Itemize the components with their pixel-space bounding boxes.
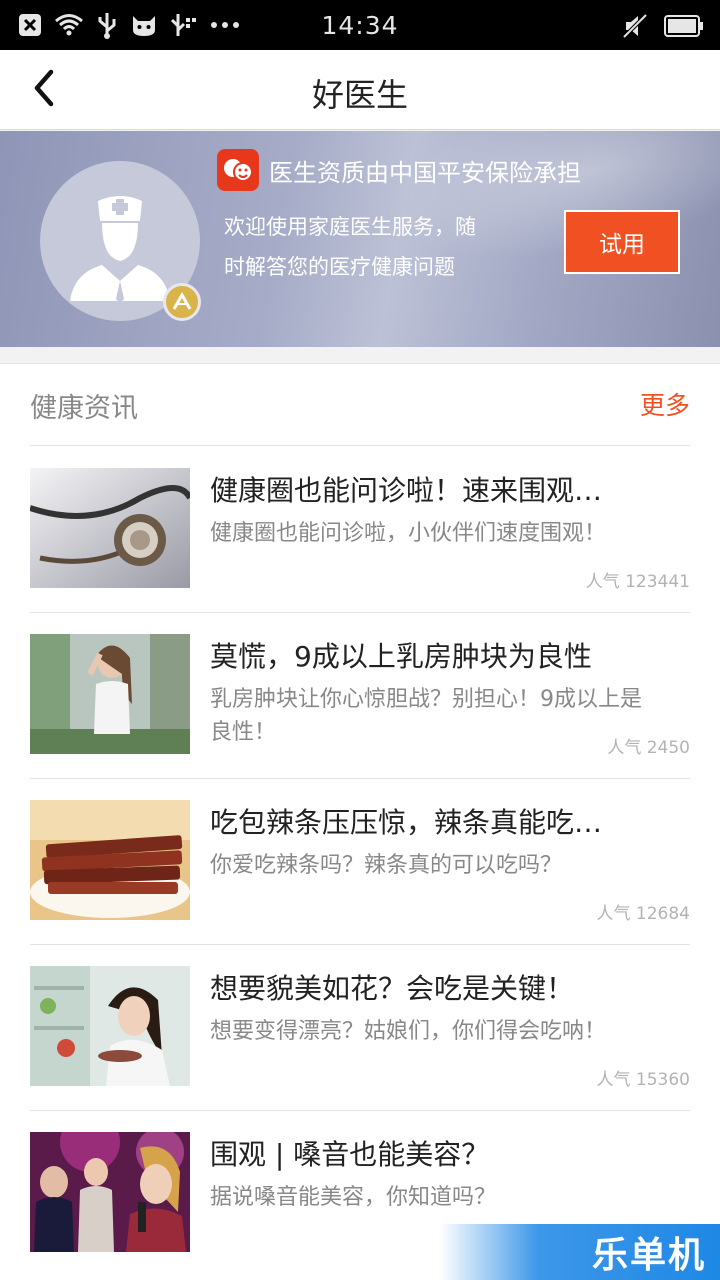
page-title: 好医生 bbox=[311, 76, 408, 114]
news-item-popularity: 人气 123441 bbox=[585, 572, 690, 592]
status-right-icons bbox=[622, 12, 704, 40]
news-item-desc: 你爱吃辣条吗？辣条真的可以吃吗？ bbox=[210, 853, 563, 878]
news-item-title: 围观 | 嗓音也能美容？ bbox=[210, 1138, 490, 1171]
news-item[interactable]: 想要貌美如花？会吃是关键！ 想要变得漂亮？姑娘们，你们得会吃呐！ 人气 1536… bbox=[30, 945, 690, 1111]
health-news-section: 健康资讯 更多 健康圈也能问诊啦！速来围观… 健康圈也能问诊啦，小伙伴们速度围观… bbox=[0, 363, 720, 1280]
ping-an-logo-icon bbox=[217, 149, 259, 191]
top-navbar: 好医生 bbox=[0, 50, 720, 130]
banner-description: 欢迎使用家庭医生服务，随时解答您的医疗健康问题 bbox=[224, 215, 476, 279]
insurance-row: 医生资质由中国平安保险承担 bbox=[217, 149, 581, 191]
chevron-up-badge-icon bbox=[163, 283, 201, 321]
news-item[interactable]: 吃包辣条压压惊，辣条真能吃… 你爱吃辣条吗？辣条真的可以吃吗？ 人气 12684 bbox=[30, 779, 690, 945]
news-item-desc: 想要变得漂亮？姑娘们，你们得会吃呐！ bbox=[210, 1019, 607, 1044]
singers-thumbnail bbox=[30, 1132, 190, 1252]
news-item-desc: 乳房肿块让你心惊胆战？别担心！9成以上是良性！ bbox=[210, 687, 642, 745]
news-header: 健康资讯 更多 bbox=[30, 364, 690, 446]
news-item-desc: 据说嗓音能美容，你知道吗？ bbox=[210, 1185, 497, 1210]
news-item[interactable]: 健康圈也能问诊啦！速来围观… 健康圈也能问诊啦，小伙伴们速度围观！ 人气 123… bbox=[30, 447, 690, 613]
watermark-text: 乐单机 bbox=[591, 1235, 706, 1276]
news-item-popularity: 人气 2450 bbox=[607, 738, 690, 758]
family-doctor-banner: 医生资质由中国平安保险承担 欢迎使用家庭医生服务，随时解答您的医疗健康问题 试用 bbox=[0, 131, 720, 347]
mute-icon bbox=[622, 13, 648, 39]
more-link[interactable]: 更多 bbox=[640, 386, 690, 422]
spicy-strips-thumbnail bbox=[30, 800, 190, 920]
news-item-popularity: 人气 15360 bbox=[596, 1070, 690, 1090]
woman-garden-thumbnail bbox=[30, 634, 190, 754]
news-item-title: 想要貌美如花？会吃是关键！ bbox=[210, 972, 575, 1005]
news-item-desc: 健康圈也能问诊啦，小伙伴们速度围观！ bbox=[210, 521, 607, 546]
woman-eating-thumbnail bbox=[30, 966, 190, 1086]
news-section-title: 健康资讯 bbox=[30, 393, 138, 424]
insurance-text: 医生资质由中国平安保险承担 bbox=[269, 158, 581, 187]
status-bar: 14:34 bbox=[0, 0, 720, 50]
battery-icon bbox=[664, 15, 704, 37]
news-item-title: 健康圈也能问诊啦！速来围观… bbox=[210, 474, 603, 507]
news-item[interactable]: 莫慌，9成以上乳房肿块为良性 乳房肿块让你心惊胆战？别担心！9成以上是良性！ 人… bbox=[30, 613, 690, 779]
try-button[interactable]: 试用 bbox=[564, 210, 680, 274]
news-item-title: 莫慌，9成以上乳房肿块为良性 bbox=[210, 640, 592, 673]
stethoscope-thumbnail bbox=[30, 468, 190, 588]
news-item-title: 吃包辣条压压惊，辣条真能吃… bbox=[210, 806, 603, 839]
news-item-popularity: 人气 12684 bbox=[596, 904, 690, 924]
watermark-logo: 乐单机 bbox=[440, 1224, 720, 1280]
status-time: 14:34 bbox=[321, 11, 399, 40]
